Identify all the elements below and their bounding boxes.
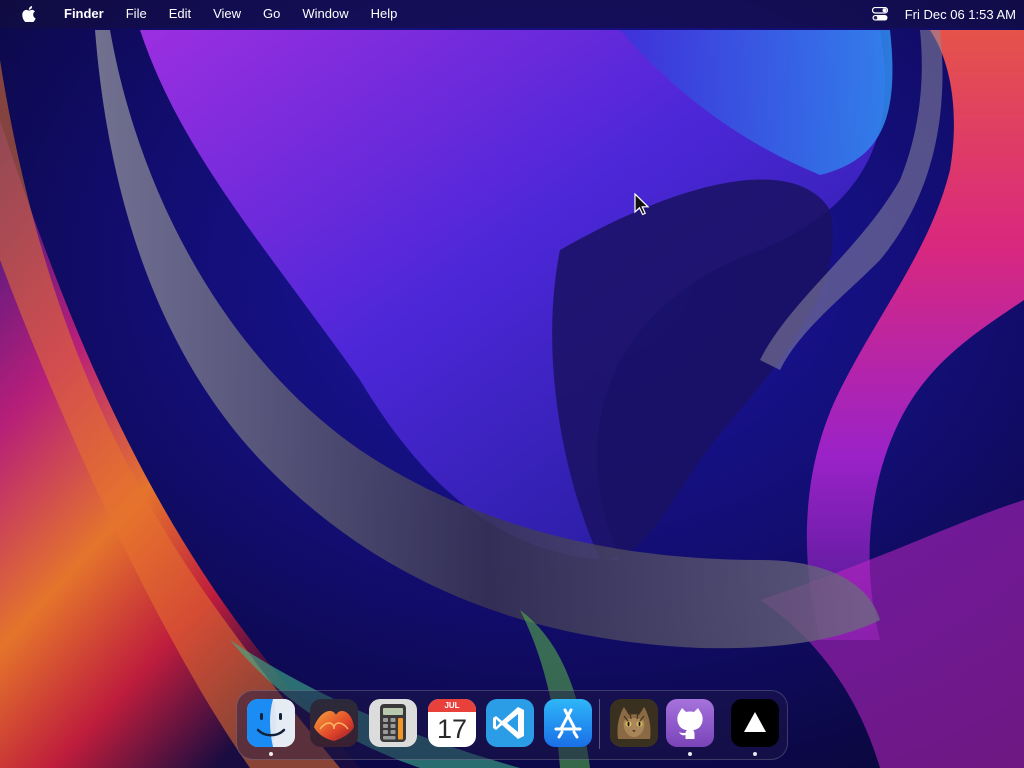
dock-running-indicator bbox=[269, 752, 273, 756]
go-menu[interactable]: Go bbox=[252, 0, 291, 28]
app-store-icon bbox=[544, 699, 592, 747]
apple-logo-icon[interactable] bbox=[18, 0, 40, 28]
vercel-triangle-icon bbox=[731, 699, 779, 747]
menu-bar-clock[interactable]: Fri Dec 06 1:53 AM bbox=[905, 7, 1016, 22]
control-center-icon[interactable] bbox=[869, 0, 891, 28]
vscode-icon bbox=[486, 699, 534, 747]
calculator-icon bbox=[369, 699, 417, 747]
dock: JUL 17 bbox=[236, 690, 788, 760]
edit-menu[interactable]: Edit bbox=[158, 0, 202, 28]
github-icon bbox=[666, 699, 714, 747]
desktop[interactable]: Finder File Edit View Go Window Help Fri… bbox=[0, 0, 1024, 768]
menu-bar-right: Fri Dec 06 1:53 AM bbox=[869, 0, 1016, 28]
dock-item-launchpad[interactable] bbox=[310, 699, 358, 747]
dock-item-calculator[interactable] bbox=[369, 699, 417, 747]
menu-bar-left: Finder File Edit View Go Window Help bbox=[18, 0, 408, 28]
dock-item-cat[interactable] bbox=[610, 699, 658, 747]
dock-item-calendar[interactable]: JUL 17 bbox=[428, 699, 476, 747]
file-menu[interactable]: File bbox=[115, 0, 158, 28]
cat-photo-icon bbox=[610, 699, 658, 747]
help-menu[interactable]: Help bbox=[360, 0, 409, 28]
view-menu[interactable]: View bbox=[202, 0, 252, 28]
dock-separator bbox=[599, 699, 600, 749]
dock-item-vercel[interactable] bbox=[731, 699, 779, 747]
finder-icon bbox=[247, 699, 295, 747]
launchpad-icon bbox=[310, 699, 358, 747]
dock-item-app-store[interactable] bbox=[544, 699, 592, 747]
dock-item-github[interactable] bbox=[666, 699, 714, 747]
dock-item-vscode[interactable] bbox=[486, 699, 534, 747]
mouse-pointer-icon bbox=[634, 193, 650, 216]
window-menu[interactable]: Window bbox=[291, 0, 359, 28]
dock-item-finder[interactable] bbox=[247, 699, 295, 747]
menu-bar: Finder File Edit View Go Window Help Fri… bbox=[0, 0, 1024, 28]
calendar-month-label: JUL bbox=[444, 701, 460, 710]
wallpaper bbox=[0, 0, 1024, 768]
dock-running-indicator bbox=[753, 752, 757, 756]
dock-running-indicator bbox=[688, 752, 692, 756]
app-name-menu[interactable]: Finder bbox=[60, 0, 115, 28]
calendar-day-label: 17 bbox=[436, 714, 468, 744]
